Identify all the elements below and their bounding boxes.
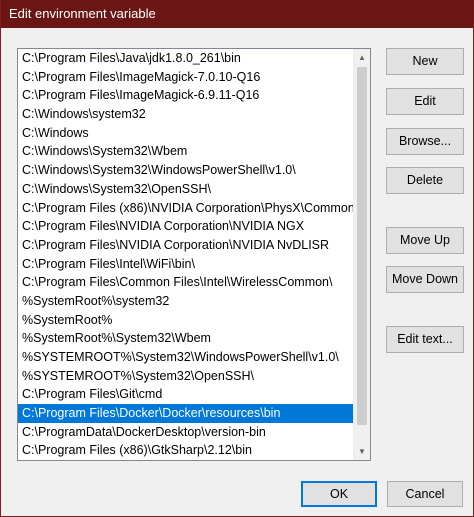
edit-button[interactable]: Edit (386, 88, 464, 115)
move-up-button[interactable]: Move Up (386, 227, 464, 254)
scroll-down-icon[interactable]: ▼ (354, 443, 370, 460)
list-item[interactable]: %SystemRoot%\system32 (18, 292, 354, 311)
scroll-up-icon[interactable]: ▲ (354, 49, 370, 66)
list-item[interactable]: C:\Program Files\Common Files\Intel\Wire… (18, 273, 354, 292)
list-item[interactable]: %SYSTEMROOT%\System32\OpenSSH\ (18, 367, 354, 386)
list-item[interactable]: C:\Windows (18, 124, 354, 143)
list-item[interactable]: C:\Windows\System32\OpenSSH\ (18, 180, 354, 199)
cancel-button[interactable]: Cancel (387, 481, 463, 507)
list-item[interactable]: C:\Program Files\Intel\WiFi\bin\ (18, 255, 354, 274)
list-item[interactable]: %SYSTEMROOT%\System32\WindowsPowerShell\… (18, 348, 354, 367)
list-item[interactable]: C:\ProgramData\DockerDesktop\version-bin (18, 423, 354, 442)
list-item[interactable]: C:\Windows\system32 (18, 105, 354, 124)
browse-button[interactable]: Browse... (386, 128, 464, 155)
scroll-thumb[interactable] (357, 67, 367, 425)
new-button[interactable]: New (386, 48, 464, 75)
path-list-items: C:\Program Files\Java\jdk1.8.0_261\bin C:… (18, 49, 354, 460)
list-item[interactable]: C:\Program Files\NVIDIA Corporation\NVID… (18, 217, 354, 236)
path-list[interactable]: C:\Program Files\Java\jdk1.8.0_261\bin C:… (17, 48, 371, 461)
list-item[interactable]: C:\Windows\System32\Wbem (18, 142, 354, 161)
vertical-scrollbar[interactable]: ▲ ▼ (353, 49, 370, 460)
list-item[interactable]: C:\Program Files\ImageMagick-7.0.10-Q16 (18, 68, 354, 87)
edit-environment-variable-dialog: Edit environment variable C:\Program Fil… (0, 0, 474, 517)
list-item[interactable]: C:\Program Files\NVIDIA Corporation\NVID… (18, 236, 354, 255)
list-item[interactable]: C:\Program Files\Git\cmd (18, 385, 354, 404)
list-item[interactable]: C:\Program Files\Docker\Docker\resources… (18, 404, 354, 423)
window-title: Edit environment variable (1, 0, 473, 28)
ok-button[interactable]: OK (301, 481, 377, 507)
list-item[interactable]: C:\Program Files\Java\jdk1.8.0_261\bin (18, 49, 354, 68)
list-item[interactable]: C:\Program Files (x86)\NVIDIA Corporatio… (18, 199, 354, 218)
list-item[interactable]: %SystemRoot%\System32\Wbem (18, 329, 354, 348)
delete-button[interactable]: Delete (386, 167, 464, 194)
list-item[interactable]: C:\Program Files\ImageMagick-6.9.11-Q16 (18, 86, 354, 105)
list-item[interactable]: C:\Program Files (x86)\GtkSharp\2.12\bin (18, 441, 354, 460)
list-item[interactable]: C:\Windows\System32\WindowsPowerShell\v1… (18, 161, 354, 180)
list-item[interactable]: %SystemRoot% (18, 311, 354, 330)
edit-text-button[interactable]: Edit text... (386, 326, 464, 353)
move-down-button[interactable]: Move Down (386, 266, 464, 293)
